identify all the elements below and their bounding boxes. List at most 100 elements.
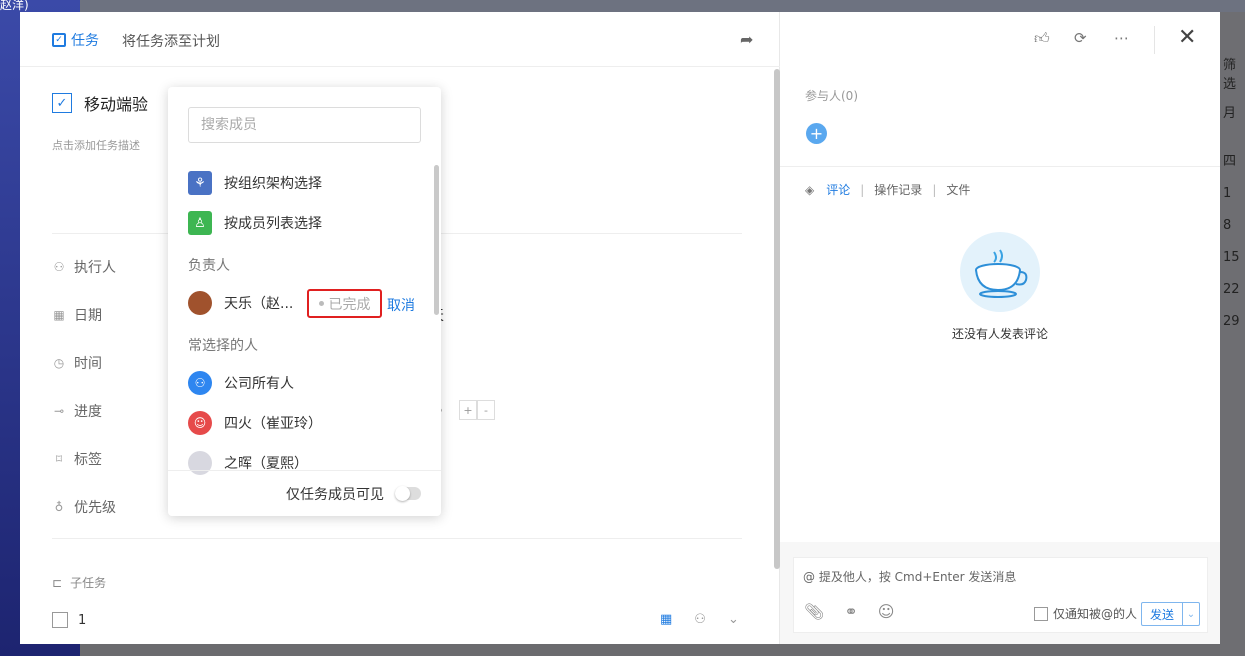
link-icon[interactable]: ⚭ [844, 602, 857, 621]
subtask-icon: ⊏ [52, 575, 63, 590]
background-cell: 29 [1223, 314, 1240, 329]
activity-pane: 👍︎ ⟳ ⋯ ✕ 参与人(0) + ◈ 评论 | 操作记录 | 文件 还没有人发… [780, 12, 1220, 644]
progress-minus-button[interactable]: - [477, 400, 495, 420]
members-only-toggle[interactable] [395, 486, 421, 501]
field-executor[interactable]: ⚇ 执行人 [52, 257, 116, 277]
tab-history[interactable]: 操作记录 [874, 181, 922, 198]
task-title-row: ✓ 移动端验 [52, 91, 148, 115]
user-icon: ⚇ [188, 371, 212, 395]
chevron-down-icon[interactable]: ⌄ [728, 612, 739, 627]
background-cell: 22 [1223, 282, 1240, 297]
subtask-actions: ▦ ⚇ ⌄ [660, 612, 739, 627]
avatar: ☺ [188, 411, 212, 435]
avatar [188, 291, 212, 315]
select-by-list-option[interactable]: ♙ 按成员列表选择 [188, 211, 322, 235]
task-main-pane: ✓ 任务 将任务添至计划 ➦ ✓ 移动端验 点击添加任务描述 ⚇ 执行人 成 ▦… [20, 12, 780, 644]
background-calendar-strip: 筛选 月 四 1 8 15 22 29 [1220, 12, 1245, 656]
field-label: 时间 [74, 356, 102, 372]
chevron-down-icon[interactable]: ⌄ [1182, 602, 1200, 626]
members-only-label: 仅任务成员可见 [286, 487, 384, 503]
background-cell: 筛选 [1223, 58, 1237, 92]
cancel-owner-button[interactable]: 取消 [387, 295, 415, 315]
field-date[interactable]: ▦ 日期 [52, 305, 102, 325]
subtask-row: 1 [52, 612, 86, 628]
completed-label: 已完成 [328, 296, 371, 313]
member-search-input[interactable] [188, 107, 421, 143]
comment-placeholder: @ 提及他人，按 Cmd+Enter 发送消息 [803, 570, 1017, 584]
popup-scrollbar[interactable] [434, 165, 439, 315]
subtask-section-title: ⊏ 子任务 [52, 574, 106, 591]
task-header: ✓ 任务 将任务添至计划 ➦ [20, 12, 780, 67]
clock-icon: ◷ [53, 356, 65, 370]
tab-separator: | [932, 182, 937, 197]
comment-area: @ 提及他人，按 Cmd+Enter 发送消息 📎︎ ⚭ ☺ 仅通知被@的人 发… [780, 542, 1220, 644]
task-detail-dialog: ✓ 任务 将任务添至计划 ➦ ✓ 移动端验 点击添加任务描述 ⚇ 执行人 成 ▦… [20, 12, 1220, 644]
add-to-plan-link[interactable]: 将任务添至计划 [122, 31, 220, 51]
user-icon: ⚇ [53, 260, 65, 274]
divider [52, 538, 742, 539]
notify-label: 仅通知被@的人 [1053, 607, 1138, 621]
empty-comments-text: 还没有人发表评论 [951, 327, 1048, 341]
calendar-icon[interactable]: ▦ [660, 612, 672, 627]
background-cell: 8 [1223, 218, 1232, 233]
tab-files[interactable]: 文件 [946, 181, 970, 198]
owner-name: 天乐（赵... [224, 296, 294, 312]
task-description[interactable]: 点击添加任务描述 [52, 137, 140, 153]
status-dot-icon [318, 301, 324, 306]
member-row[interactable]: ☺ 四火（崔亚玲） [188, 411, 322, 435]
member-row[interactable]: ⚇ 公司所有人 [188, 371, 294, 395]
share-icon[interactable]: ➦ [740, 30, 753, 49]
add-participant-button[interactable]: + [806, 123, 827, 144]
owner-completed-badge: 已完成 [307, 289, 382, 318]
attachment-icon[interactable]: 📎︎ [804, 602, 824, 621]
member-picker-popup: ⚘ 按组织架构选择 ♙ 按成员列表选择 负责人 天乐（赵... 已完成 取消 常… [168, 87, 441, 516]
task-tab[interactable]: ✓ 任务 [52, 30, 99, 50]
background-cell: 月 [1223, 106, 1237, 121]
background-app-bar [0, 0, 1245, 12]
task-title[interactable]: 移动端验 [84, 91, 148, 115]
emoji-icon[interactable]: ☺ [878, 602, 895, 621]
empty-cup-icon [960, 232, 1040, 312]
field-tags[interactable]: ⌑ 标签 [52, 449, 102, 469]
frequent-section-title: 常选择的人 [188, 338, 258, 354]
task-tab-label: 任务 [71, 33, 99, 49]
subtask-title[interactable]: 1 [78, 613, 86, 628]
field-label: 日期 [74, 308, 102, 324]
background-footer [80, 644, 1220, 656]
send-button[interactable]: 发送 [1141, 602, 1183, 626]
subtask-checkbox[interactable] [52, 612, 68, 628]
progress-stepper: + - [459, 400, 495, 420]
divider [780, 166, 1220, 167]
tab-separator: | [860, 182, 865, 197]
task-complete-checkbox[interactable]: ✓ [52, 93, 72, 113]
progress-plus-button[interactable]: + [459, 400, 477, 420]
background-cell: 四 [1223, 154, 1237, 169]
background-cell: 15 [1223, 250, 1240, 265]
comment-input[interactable]: @ 提及他人，按 Cmd+Enter 发送消息 📎︎ ⚭ ☺ 仅通知被@的人 发… [793, 557, 1208, 633]
field-time[interactable]: ◷ 时间 [52, 353, 102, 373]
field-priority[interactable]: ♁ 优先级 [52, 497, 116, 517]
field-label: 优先级 [74, 500, 116, 516]
bulb-icon: ♁ [54, 500, 64, 514]
refresh-icon[interactable]: ⟳ [1074, 29, 1087, 47]
field-label: 进度 [74, 404, 102, 420]
bookmark-icon: ⌑ [55, 452, 63, 466]
field-progress[interactable]: ⊸ 进度 [52, 401, 102, 421]
participants-label: 参与人(0) [805, 89, 858, 103]
notify-mentioned-option[interactable]: 仅通知被@的人 [1034, 605, 1137, 622]
subtask-label: 子任务 [70, 576, 107, 590]
tie-icon: ♙ [188, 211, 212, 235]
member-name: 公司所有人 [224, 376, 294, 392]
background-cell: 1 [1223, 186, 1232, 201]
select-by-org-option[interactable]: ⚘ 按组织架构选择 [188, 171, 322, 195]
comment-toolbar: 📎︎ ⚭ ☺ [804, 602, 894, 621]
user-icon[interactable]: ⚇ [694, 612, 706, 627]
more-icon[interactable]: ⋯ [1114, 29, 1129, 47]
owner-section-title: 负责人 [188, 258, 230, 274]
tab-comments[interactable]: 评论 [826, 181, 850, 198]
thumbs-up-icon[interactable]: 👍︎ [1034, 29, 1050, 48]
close-icon[interactable]: ✕ [1178, 25, 1196, 50]
notify-checkbox[interactable] [1034, 606, 1048, 621]
field-label: 执行人 [74, 260, 116, 276]
owner-row[interactable]: 天乐（赵... [188, 291, 293, 315]
